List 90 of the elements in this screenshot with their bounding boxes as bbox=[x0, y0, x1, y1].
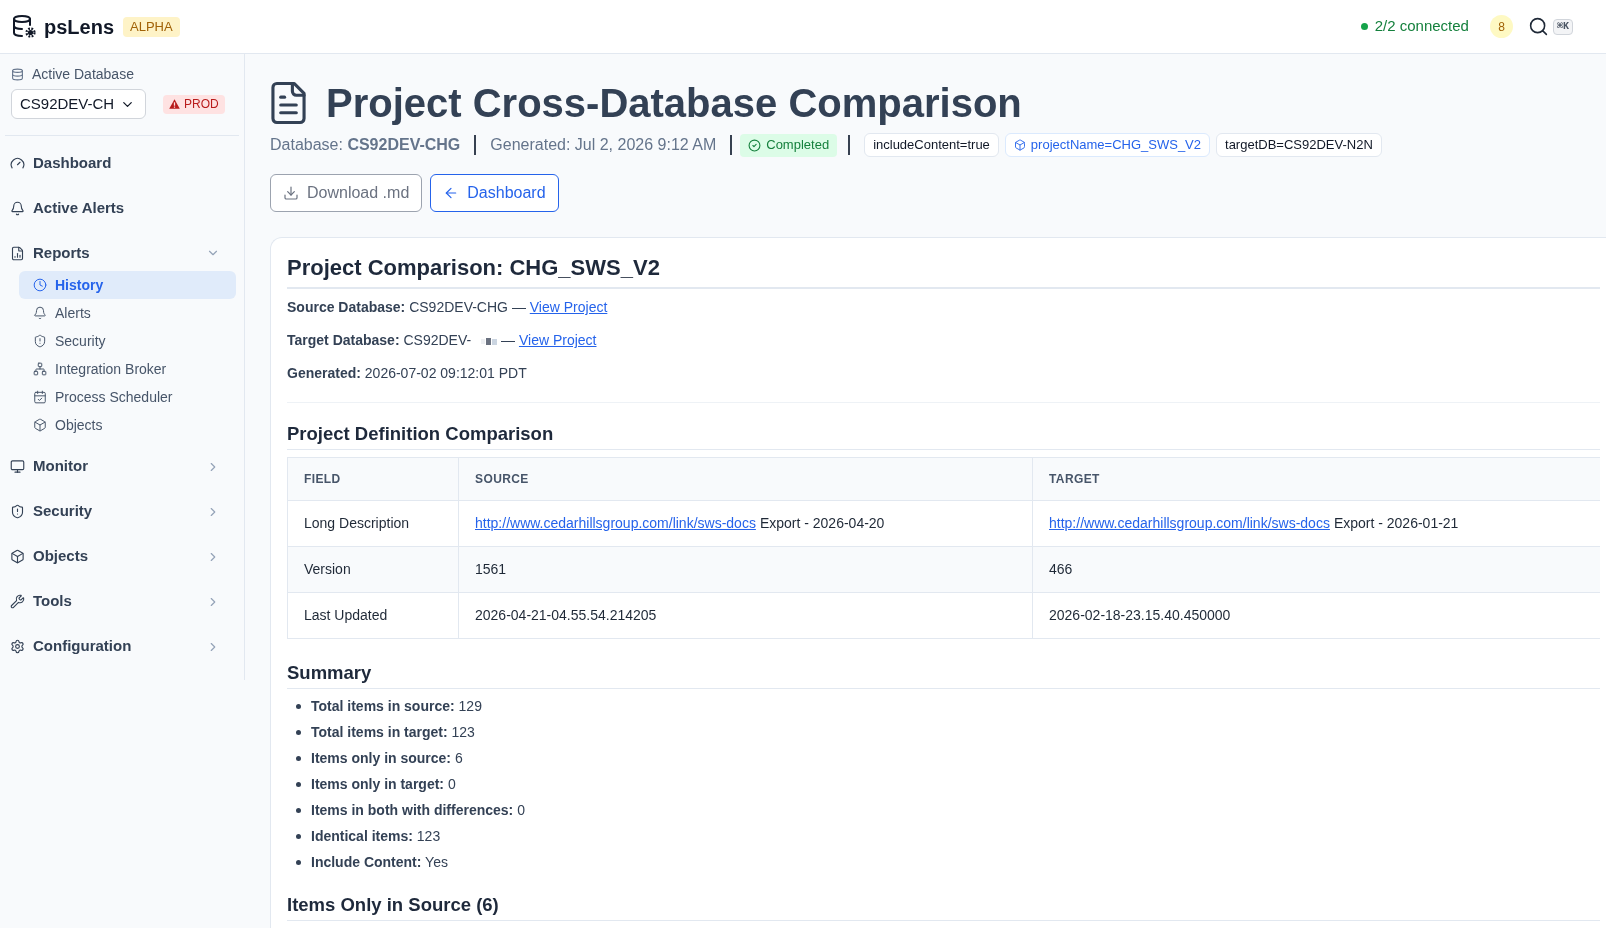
nav-subitem[interactable]: Security bbox=[19, 327, 236, 355]
detail-line: Target Database: CS92DEV- — View Project bbox=[287, 331, 598, 350]
nav-item[interactable]: Configuration bbox=[0, 624, 240, 669]
cube-icon bbox=[10, 549, 25, 564]
nav-subitem[interactable]: History bbox=[19, 271, 236, 299]
cell-text: 466 bbox=[1049, 561, 1073, 577]
settings-icon bbox=[10, 639, 25, 654]
monitor-icon bbox=[10, 459, 25, 474]
column-header: SOURCE bbox=[458, 457, 1033, 501]
column-header: TARGET bbox=[1032, 457, 1600, 501]
bullet-icon bbox=[296, 833, 301, 839]
url-link[interactable]: http://www.cedarhillsgroup.com/link/sws-docs bbox=[475, 515, 756, 531]
summary-item: Total items in target: 123 bbox=[311, 722, 475, 742]
notification-count[interactable]: 8 bbox=[1489, 15, 1513, 38]
section-heading: Project Definition Comparison bbox=[287, 421, 1600, 450]
bullet-icon bbox=[296, 781, 301, 787]
check-circle-icon bbox=[748, 138, 762, 152]
url-link[interactable]: http://www.cedarhillsgroup.com/link/sws-docs bbox=[1049, 515, 1330, 531]
report-title: Project Comparison: CHG_SWS_V2 bbox=[287, 254, 1600, 289]
view-project-link[interactable]: View Project bbox=[518, 332, 597, 348]
bullet-icon bbox=[296, 703, 301, 709]
nav-item[interactable]: Objects bbox=[0, 534, 240, 579]
table-cell: Long Description bbox=[287, 500, 459, 547]
nav-subitem[interactable]: Objects bbox=[19, 411, 236, 439]
view-project-link[interactable]: View Project bbox=[529, 299, 608, 315]
nav-subitem[interactable]: Integration Broker bbox=[19, 355, 236, 383]
download-icon bbox=[283, 185, 299, 201]
summary-item: Identical items: 123 bbox=[311, 826, 441, 846]
search-icon[interactable] bbox=[1527, 16, 1549, 37]
nav-subitem[interactable]: Process Scheduler bbox=[19, 383, 236, 411]
summary-item: Items only in target: 0 bbox=[311, 774, 456, 794]
detail-line: Source Database: CS92DEV-CHG — View Project bbox=[287, 298, 609, 317]
bullet-icon bbox=[296, 807, 301, 813]
bell-icon bbox=[10, 201, 25, 216]
nav-subitem[interactable]: Alerts bbox=[19, 299, 236, 327]
nav-item[interactable]: Security bbox=[0, 489, 240, 534]
network-icon bbox=[33, 362, 47, 376]
detail-line: Generated: 2026-07-02 09:12:01 PDT bbox=[287, 364, 528, 383]
summary-item: Total items in source: 129 bbox=[311, 696, 482, 716]
summary-item: Include Content: Yes bbox=[311, 852, 448, 872]
section-heading: Summary bbox=[287, 660, 1600, 689]
warning-icon bbox=[169, 99, 180, 109]
table-cell: Version bbox=[287, 546, 459, 593]
database-icon bbox=[11, 67, 24, 81]
cell-text: 2026-04-21-04.55.54.214205 bbox=[475, 607, 657, 623]
document-icon bbox=[271, 82, 306, 124]
table-cell: Last Updated bbox=[287, 592, 459, 639]
cell-text: 2026-02-18-23.15.40.450000 bbox=[1049, 607, 1231, 623]
active-database-label: Active Database bbox=[32, 64, 134, 84]
app-name: psLens bbox=[44, 14, 115, 40]
nav-item[interactable]: Monitor bbox=[0, 444, 240, 489]
parameter-tag: targetDB=CS92DEV-N2N bbox=[1216, 133, 1382, 157]
nav-item[interactable]: Tools bbox=[0, 579, 240, 624]
generated-info: Generated: Jul 2, 2026 9:12 AM bbox=[490, 135, 717, 155]
shield-icon bbox=[10, 504, 25, 519]
nav-item[interactable]: Reports bbox=[0, 231, 240, 271]
summary-item: Items in both with differences: 0 bbox=[311, 800, 525, 820]
cell-text: Export - 2026-04-20 bbox=[759, 515, 885, 531]
summary-item: Items only in source: 6 bbox=[311, 748, 463, 768]
bullet-icon bbox=[296, 729, 301, 735]
column-header: FIELD bbox=[287, 457, 459, 501]
bullet-icon bbox=[296, 755, 301, 761]
shield-icon bbox=[33, 334, 47, 348]
cell-text: Export - 2026-01-21 bbox=[1333, 515, 1459, 531]
wrench-icon bbox=[10, 594, 25, 609]
cube-icon bbox=[33, 418, 47, 432]
section-heading: Items Only in Source (6) bbox=[287, 892, 1600, 921]
parameter-tag: includeContent=true bbox=[864, 133, 999, 157]
connection-status: 2/2 connected bbox=[1374, 16, 1469, 37]
database-gear-icon bbox=[13, 15, 36, 38]
action-button[interactable]: Dashboard bbox=[430, 174, 559, 212]
bell-icon bbox=[33, 306, 47, 320]
cube-icon bbox=[1013, 139, 1026, 151]
clock-icon bbox=[33, 278, 47, 292]
environment-badge: PROD bbox=[163, 94, 225, 114]
database-info: Database: CS92DEV-CHG bbox=[270, 135, 461, 155]
page-title: Project Cross-Database Comparison bbox=[326, 82, 1022, 124]
nav-item[interactable]: Dashboard bbox=[0, 141, 240, 186]
alpha-badge: ALPHA bbox=[123, 16, 180, 37]
bullet-icon bbox=[296, 859, 301, 865]
chart-file-icon bbox=[10, 245, 25, 261]
calendar-check-icon bbox=[33, 390, 47, 404]
database-select[interactable]: CS92DEV-CH bbox=[11, 89, 146, 119]
gauge-icon bbox=[10, 156, 25, 171]
parameter-tag: projectName=CHG_SWS_V2 bbox=[1004, 133, 1210, 157]
nav-item[interactable]: Active Alerts bbox=[0, 186, 240, 231]
cell-text: 1561 bbox=[475, 561, 507, 577]
status-badge: Completed bbox=[740, 133, 838, 157]
shortcut-key: ⌘K bbox=[1552, 18, 1573, 35]
action-button[interactable]: Download .md bbox=[270, 174, 423, 212]
